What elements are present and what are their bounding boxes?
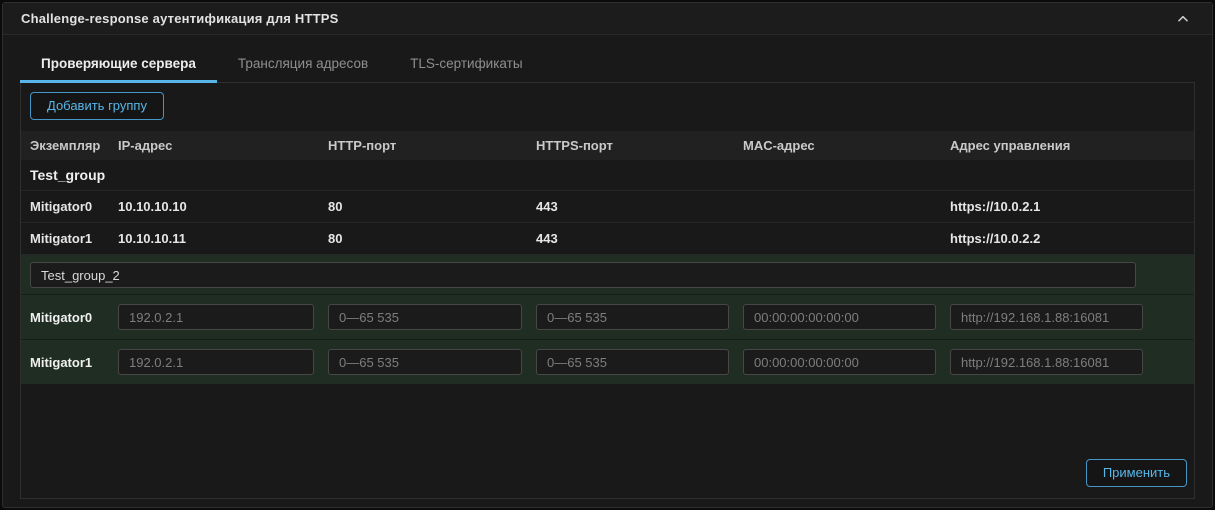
cell-https-port: 443 bbox=[536, 199, 743, 214]
group-name-label: Test_group bbox=[21, 160, 1194, 190]
group-name-input[interactable] bbox=[30, 262, 1136, 288]
mac-input[interactable] bbox=[743, 349, 936, 375]
cell-ip: 10.10.10.11 bbox=[118, 231, 328, 246]
cell-instance: Mitigator1 bbox=[30, 355, 118, 370]
https-port-input[interactable] bbox=[536, 349, 729, 375]
panel-body: Проверяющие сервера Трансляция адресов T… bbox=[3, 35, 1212, 507]
empty-area bbox=[21, 384, 1194, 459]
server-group: Test_group Mitigator0 10.10.10.10 80 443… bbox=[21, 160, 1194, 254]
mac-input[interactable] bbox=[743, 304, 936, 330]
table-row: Mitigator1 10.10.10.11 80 443 https://10… bbox=[21, 222, 1194, 254]
table-row: Mitigator0 10.10.10.10 80 443 https://10… bbox=[21, 190, 1194, 222]
server-group-editable: Mitigator0 Mitigator1 bbox=[21, 254, 1194, 384]
cell-mgmt: https://10.0.2.2 bbox=[950, 231, 1185, 246]
panel-header: Challenge-response аутентификация для HT… bbox=[3, 3, 1212, 35]
col-header-https-port: HTTPS-порт bbox=[536, 138, 743, 153]
col-header-mac: MAC-адрес bbox=[743, 138, 950, 153]
mgmt-address-input[interactable] bbox=[950, 304, 1143, 330]
cell-ip: 10.10.10.10 bbox=[118, 199, 328, 214]
ip-input[interactable] bbox=[118, 349, 314, 375]
add-group-button[interactable]: Добавить группу bbox=[30, 92, 164, 120]
cell-instance: Mitigator0 bbox=[30, 310, 118, 325]
table-row-editable: Mitigator1 bbox=[21, 339, 1194, 384]
http-port-input[interactable] bbox=[328, 304, 522, 330]
table-row-editable: Mitigator0 bbox=[21, 294, 1194, 339]
col-header-http-port: HTTP-порт bbox=[328, 138, 536, 153]
tab-bar: Проверяющие сервера Трансляция адресов T… bbox=[20, 35, 1195, 83]
tab-content: Добавить группу Экземпляр IP-адрес HTTP-… bbox=[20, 82, 1195, 499]
challenge-response-panel: Challenge-response аутентификация для HT… bbox=[2, 2, 1213, 508]
cell-instance: Mitigator1 bbox=[30, 231, 118, 246]
footer: Применить bbox=[21, 459, 1194, 498]
col-header-instance: Экземпляр bbox=[30, 138, 118, 153]
group-name-row bbox=[21, 255, 1194, 294]
panel-title: Challenge-response аутентификация для HT… bbox=[21, 11, 339, 26]
table-header-row: Экземпляр IP-адрес HTTP-порт HTTPS-порт … bbox=[21, 131, 1194, 160]
http-port-input[interactable] bbox=[328, 349, 522, 375]
cell-instance: Mitigator0 bbox=[30, 199, 118, 214]
cell-https-port: 443 bbox=[536, 231, 743, 246]
col-header-mgmt: Адрес управления bbox=[950, 138, 1185, 153]
mgmt-address-input[interactable] bbox=[950, 349, 1143, 375]
cell-http-port: 80 bbox=[328, 231, 536, 246]
ip-input[interactable] bbox=[118, 304, 314, 330]
toolbar: Добавить группу bbox=[21, 83, 1194, 129]
cell-mgmt: https://10.0.2.1 bbox=[950, 199, 1185, 214]
col-header-ip: IP-адрес bbox=[118, 138, 328, 153]
https-port-input[interactable] bbox=[536, 304, 729, 330]
tab-tls-certificates[interactable]: TLS-сертификаты bbox=[389, 43, 543, 83]
cell-http-port: 80 bbox=[328, 199, 536, 214]
tab-checking-servers[interactable]: Проверяющие сервера bbox=[20, 43, 217, 83]
tab-address-translation[interactable]: Трансляция адресов bbox=[217, 43, 389, 83]
apply-button[interactable]: Применить bbox=[1086, 459, 1187, 487]
chevron-up-icon[interactable] bbox=[1172, 8, 1194, 30]
